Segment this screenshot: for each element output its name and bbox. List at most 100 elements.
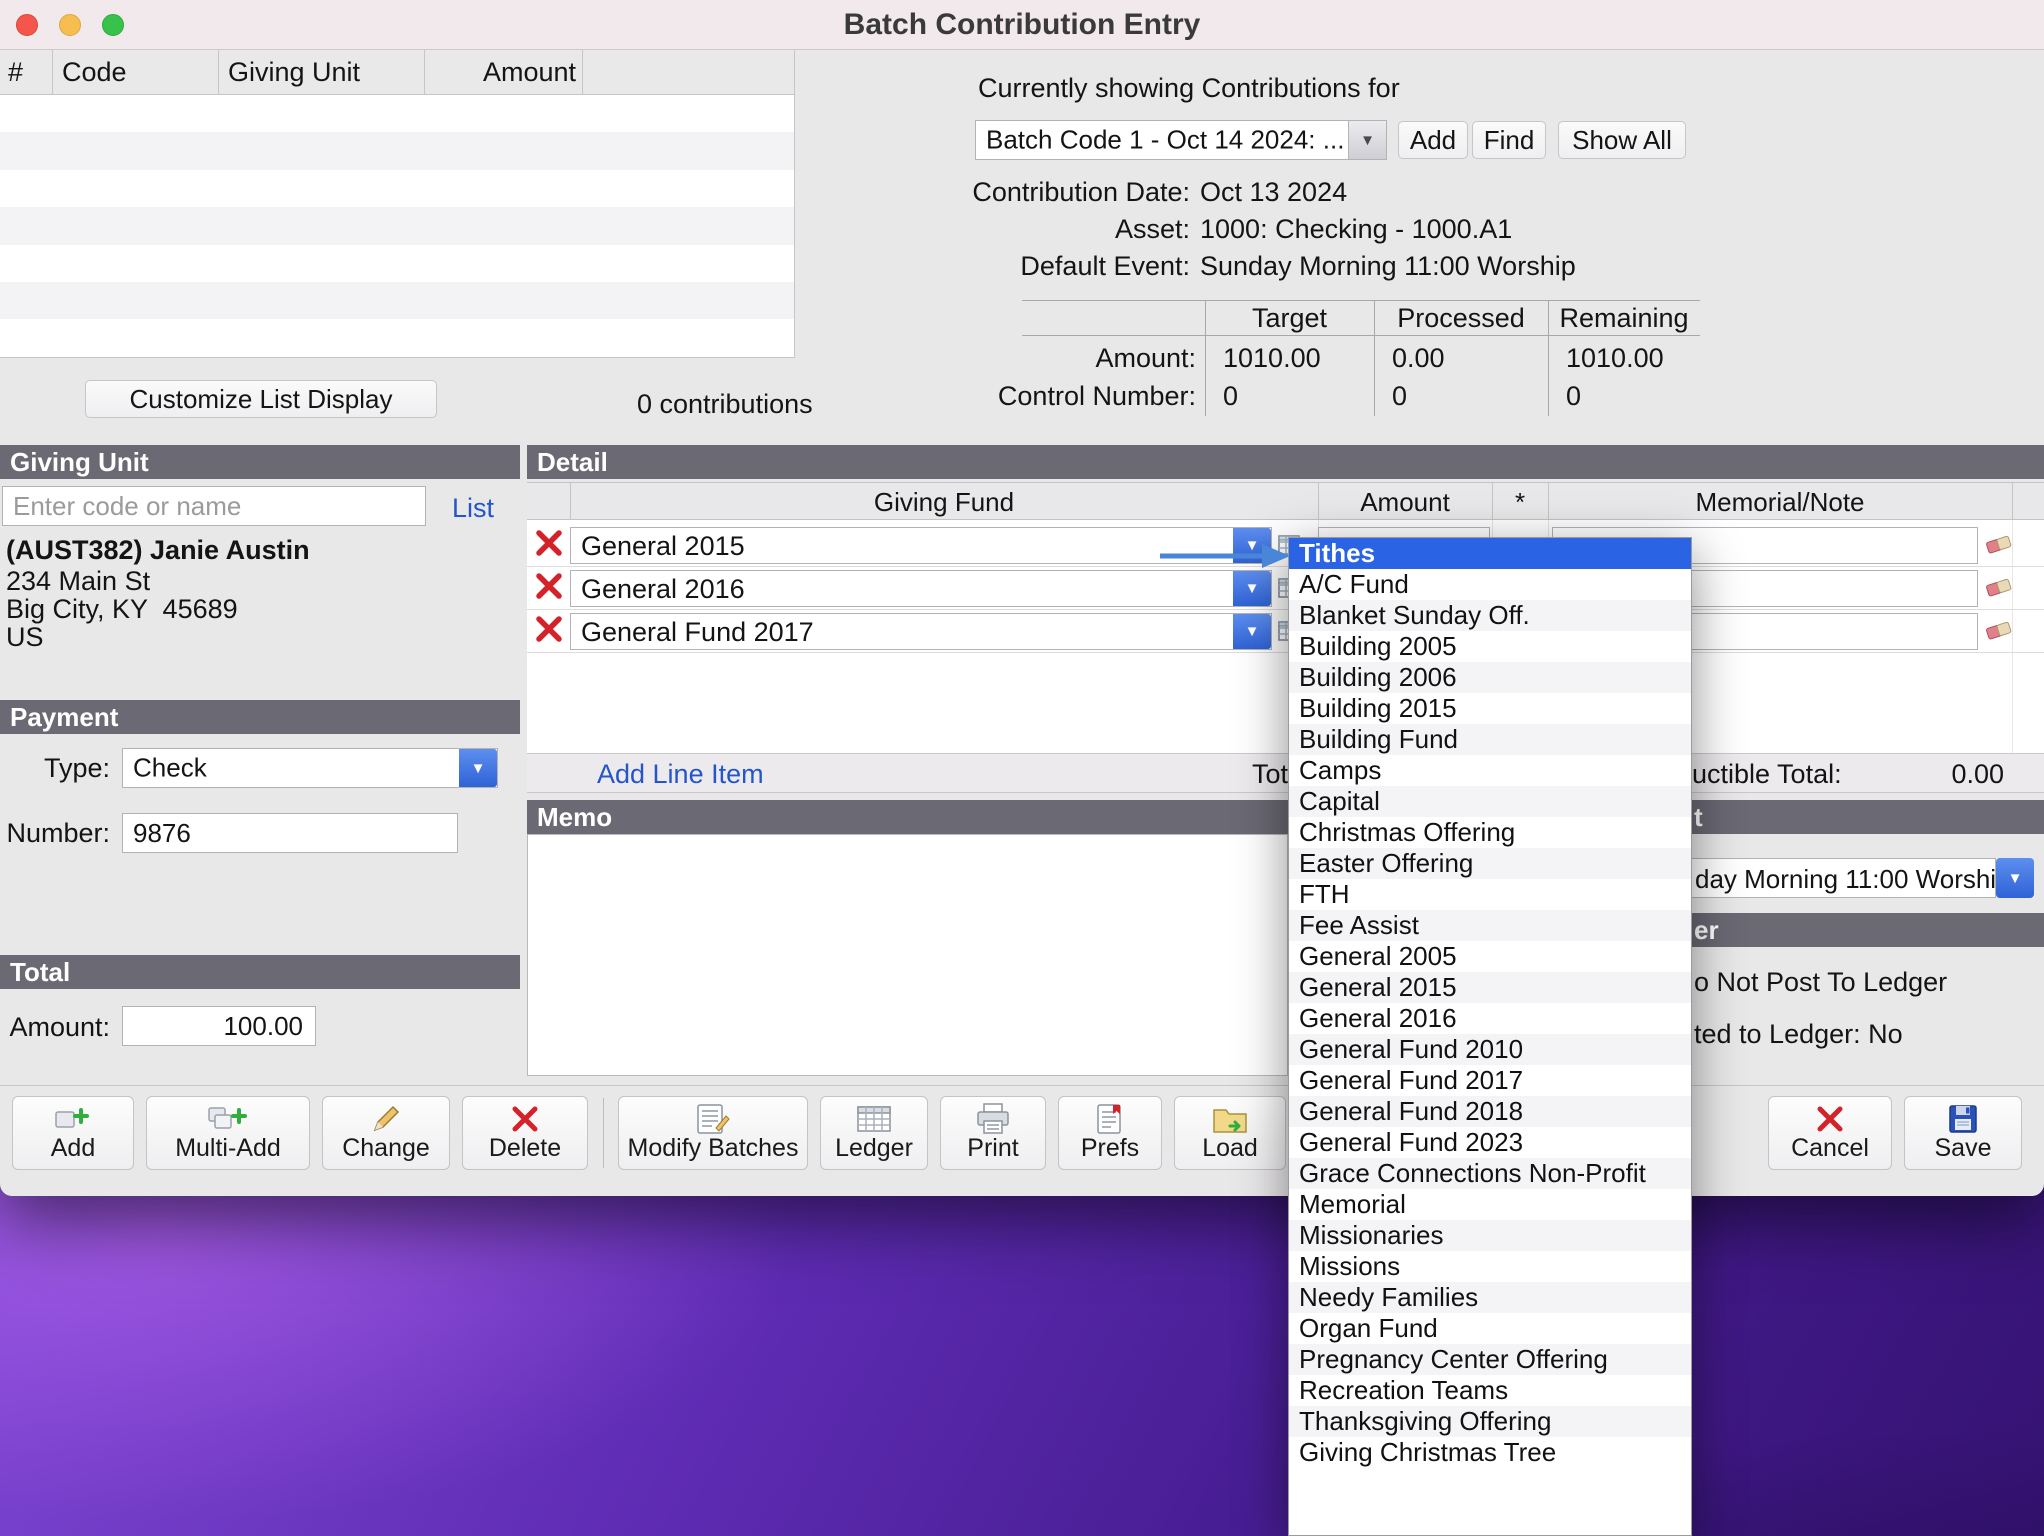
fund-menu-item[interactable]: Capital (1289, 786, 1691, 817)
add-line-item-link[interactable]: Add Line Item (597, 758, 764, 791)
payment-type-select[interactable]: Check ▼ (122, 748, 498, 788)
add-batch-button[interactable]: Add (1398, 121, 1468, 159)
fund-menu-item[interactable]: Pregnancy Center Offering (1289, 1344, 1691, 1375)
fund-menu-item[interactable]: Building 2006 (1289, 662, 1691, 693)
contribution-list-empty-row (0, 207, 794, 244)
default-event-value: Sunday Morning 11:00 Worship (1200, 250, 1576, 283)
cancel-button[interactable]: Cancel (1768, 1096, 1892, 1170)
fund-menu-item[interactable]: Camps (1289, 755, 1691, 786)
giving-unit-name: (AUST382) Janie Austin (6, 534, 310, 567)
fund-menu-item[interactable]: Christmas Offering (1289, 817, 1691, 848)
fund-menu-item[interactable]: General Fund 2018 (1289, 1096, 1691, 1127)
cancel-icon (1769, 1101, 1891, 1137)
giving-unit-list-link[interactable]: List (452, 492, 494, 525)
fund-menu-item[interactable]: FTH (1289, 879, 1691, 910)
totals-amount-label: Amount: (900, 342, 1196, 375)
show-all-button[interactable]: Show All (1558, 121, 1686, 159)
giving-fund-select[interactable]: General 2016 ▼ (570, 570, 1272, 607)
memorial-eraser-icon[interactable] (1984, 574, 2014, 605)
fund-menu-item[interactable]: Giving Christmas Tree (1289, 1437, 1691, 1468)
delete-button[interactable]: Delete (462, 1096, 588, 1170)
toolbar-button-label: Multi-Add (147, 1134, 309, 1163)
fund-menu-item[interactable]: General 2005 (1289, 941, 1691, 972)
fund-menu-item[interactable]: Easter Offering (1289, 848, 1691, 879)
contribution-list-empty-row (0, 170, 794, 207)
load-button[interactable]: Load (1174, 1096, 1286, 1170)
annotation-arrow (1158, 540, 1294, 572)
chevron-down-icon[interactable]: ▼ (1233, 614, 1271, 649)
fund-menu-item[interactable]: A/C Fund (1289, 569, 1691, 600)
fund-menu-item[interactable]: General Fund 2010 (1289, 1034, 1691, 1065)
detail-column-amount: Amount (1318, 487, 1492, 518)
delete-row-icon[interactable] (534, 528, 564, 563)
payment-type-value: Check (133, 753, 207, 784)
fund-menu-item[interactable]: Blanket Sunday Off. (1289, 600, 1691, 631)
fund-menu-item[interactable]: Missionaries (1289, 1220, 1691, 1251)
chevron-down-icon[interactable]: ▼ (1233, 571, 1271, 606)
modify-batches-button[interactable]: Modify Batches (618, 1096, 808, 1170)
totals-amount-target: 1010.00 (1223, 342, 1321, 375)
print-button[interactable]: Print (940, 1096, 1046, 1170)
delete-row-icon[interactable] (534, 571, 564, 606)
payment-number-input[interactable] (122, 813, 458, 853)
delete-row-icon[interactable] (534, 614, 564, 649)
giving-unit-search-input[interactable] (2, 486, 426, 526)
payment-type-label: Type: (0, 752, 110, 785)
prefs-button[interactable]: Prefs (1058, 1096, 1162, 1170)
delete-icon (463, 1101, 587, 1137)
total-amount-input[interactable] (122, 1006, 316, 1046)
contribution-list-empty-row (0, 95, 794, 132)
add-button[interactable]: Add (12, 1096, 134, 1170)
column-header-code: Code (62, 56, 127, 89)
fund-menu-item[interactable]: Memorial (1289, 1189, 1691, 1220)
totals-amount-remaining: 1010.00 (1566, 342, 1664, 375)
totals-control-number-label: Control Number: (900, 380, 1196, 413)
desktop-background: Batch Contribution Entry # Code Giving U… (0, 0, 2044, 1536)
fund-menu-item[interactable]: Missions (1289, 1251, 1691, 1282)
fund-menu-item[interactable]: Building 2005 (1289, 631, 1691, 662)
toolbar-button-label: Save (1905, 1134, 2021, 1163)
memo-textarea[interactable] (527, 834, 1288, 1076)
toolbar-button-label: Load (1175, 1134, 1285, 1163)
batch-select[interactable]: Batch Code 1 - Oct 14 2024: ... ▼ (975, 120, 1387, 160)
multi-add-button[interactable]: Multi-Add (146, 1096, 310, 1170)
fund-menu-item[interactable]: Building 2015 (1289, 693, 1691, 724)
fund-menu-item[interactable]: General Fund 2017 (1289, 1065, 1691, 1096)
fund-menu-item[interactable]: General Fund 2023 (1289, 1127, 1691, 1158)
fund-menu-item[interactable]: Tithes (1289, 538, 1691, 569)
totals-column-processed: Processed (1374, 302, 1548, 335)
fund-menu-item[interactable]: Recreation Teams (1289, 1375, 1691, 1406)
fund-menu-item[interactable]: Fee Assist (1289, 910, 1691, 941)
giving-fund-select[interactable]: General Fund 2017 ▼ (570, 613, 1272, 650)
posted-to-ledger-truncated: ted to Ledger: No (1694, 1018, 1903, 1051)
giving-unit-section-header: Giving Unit (0, 445, 520, 479)
column-header-number: # (8, 56, 23, 89)
totals-control-processed: 0 (1392, 380, 1407, 413)
change-button[interactable]: Change (322, 1096, 450, 1170)
totals-amount-processed: 0.00 (1392, 342, 1445, 375)
chevron-down-icon[interactable]: ▼ (459, 749, 497, 787)
add-icon (13, 1101, 133, 1137)
fund-menu-item[interactable]: General 2016 (1289, 1003, 1691, 1034)
detail-section-header: Detail (527, 445, 2044, 479)
save-button[interactable]: Save (1904, 1096, 2022, 1170)
totals-column-target: Target (1205, 302, 1374, 335)
detail-column-memorial-note: Memorial/Note (1548, 487, 2012, 518)
fund-menu-item[interactable]: General 2015 (1289, 972, 1691, 1003)
fund-menu-item[interactable]: Thanksgiving Offering (1289, 1406, 1691, 1437)
giving-fund-value: General 2015 (581, 530, 745, 563)
fund-menu-item[interactable]: Grace Connections Non-Profit (1289, 1158, 1691, 1189)
fund-menu-item[interactable]: Building Fund (1289, 724, 1691, 755)
memorial-eraser-icon[interactable] (1984, 531, 2014, 562)
contribution-list-empty-row (0, 132, 794, 169)
customize-list-display-button[interactable]: Customize List Display (85, 380, 437, 418)
event-select-value-truncated: day Morning 11:00 Worship (1695, 863, 1996, 895)
chevron-down-icon[interactable]: ▼ (1996, 858, 2034, 898)
find-batch-button[interactable]: Find (1472, 121, 1546, 159)
memorial-eraser-icon[interactable] (1984, 617, 2014, 648)
fund-menu-item[interactable]: Needy Families (1289, 1282, 1691, 1313)
fund-menu-item[interactable]: Organ Fund (1289, 1313, 1691, 1344)
chevron-down-icon[interactable]: ▼ (1348, 121, 1386, 159)
ledger-button[interactable]: Ledger (820, 1096, 928, 1170)
toolbar-button-label: Prefs (1059, 1134, 1161, 1163)
